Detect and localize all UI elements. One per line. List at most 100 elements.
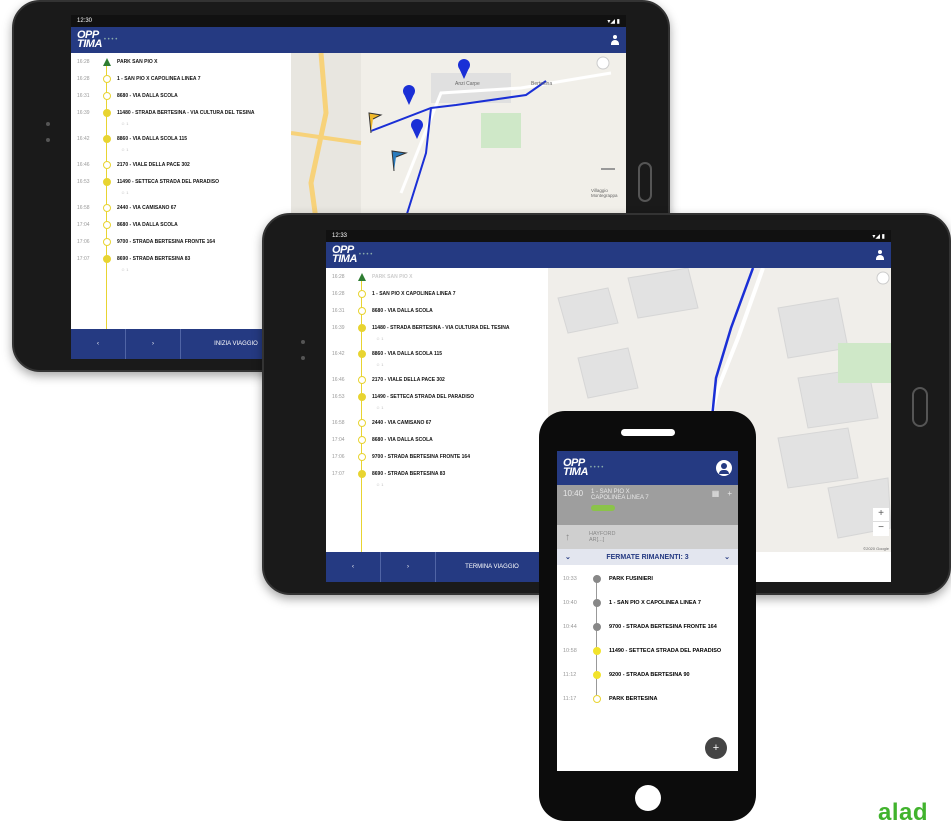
stop-row[interactable]: 16:31 8680 - VIA DALLA SCOLA [71, 87, 291, 104]
stop-marker [103, 108, 111, 117]
stop-passengers: ☺ 1 [121, 121, 129, 126]
stop-row[interactable]: 16:53 11490 - SETTECA STRADA DEL PARADISO [326, 388, 546, 405]
speaker-slot [621, 429, 675, 436]
stop-marker [103, 74, 111, 83]
stop-row[interactable]: 17:07 8690 - STRADA BERTESINA 83 [71, 250, 291, 267]
stop-marker [358, 452, 366, 461]
home-button[interactable] [638, 162, 652, 202]
app-logo: OPP TIMA [563, 457, 588, 478]
user-icon[interactable] [875, 250, 885, 260]
stop-row[interactable]: 17:06 9700 - STRADA BERTESINA FRONTE 164 [326, 448, 546, 465]
stop-list: 16:28 PARK SAN PIO X 16:28 1 - SAN PIO X CA… [71, 53, 291, 329]
stop-row[interactable]: 16:28 1 - SAN PIO X CAPOLINEA LINEA 7 [326, 285, 546, 302]
phone-stop-row[interactable]: 11:12 9200 - STRADA BERTESINA 90 [557, 663, 738, 687]
stop-row[interactable]: 17:04 8680 - VIA DALLA SCOLA [71, 216, 291, 233]
zoom-in-button[interactable]: + [873, 508, 889, 522]
stop-time: 16:53 [332, 393, 345, 400]
chevron-down-icon[interactable]: ⌄ [724, 553, 730, 561]
app-bar: OPP TIMA • • • • [71, 27, 626, 53]
camera-dot [301, 356, 305, 360]
phone-stop-row[interactable]: 10:58 11490 - SETTECA STRADA DEL PARADISO [557, 639, 738, 663]
stop-name: 11480 - STRADA BERTESINA - VIA CULTURA D… [372, 324, 510, 331]
phone-stop-row[interactable]: 10:40 1 - SAN PIO X CAPOLINEA LINEA 7 [557, 591, 738, 615]
phone-stop-row[interactable]: 11:17 PARK BERTESINA [557, 687, 738, 711]
camera-dot [46, 138, 50, 142]
zoom-controls: + − [873, 508, 889, 536]
stop-row[interactable]: 17:07 8690 - STRADA BERTESINA 83 [326, 465, 546, 482]
stop-marker [103, 203, 111, 212]
stop-name: 2440 - VIA CAMISANO 67 [372, 419, 432, 426]
phone: OPP TIMA • • • • 10:40 1 - SAN PIO X CAPO… [539, 411, 756, 821]
status-pill [591, 505, 615, 511]
stop-row[interactable]: 16:39 11480 - STRADA BERTESINA - VIA CULT… [326, 319, 546, 336]
stop-row[interactable]: 16:42 8860 - VIA DALLA SCOLA 115 [71, 130, 291, 147]
stop-marker [358, 289, 366, 298]
stop-row[interactable]: 16:31 8680 - VIA DALLA SCOLA [326, 302, 546, 319]
stop-row[interactable]: 16:28 1 - SAN PIO X CAPOLINEA LINEA 7 [71, 70, 291, 87]
stop-row[interactable]: 16:28 PARK SAN PIO X [326, 268, 546, 285]
bottom-nav: ‹ › INIZIA VIAGGIO [71, 329, 291, 359]
camera-dot [46, 122, 50, 126]
stop-marker [103, 57, 111, 66]
stop-name: PARK SAN PIO X [372, 273, 413, 280]
stop-name: 11490 - SETTECA STRADA DEL PARADISO [609, 648, 722, 654]
stop-marker [358, 306, 366, 315]
add-person-icon[interactable]: + [727, 489, 732, 498]
stop-row[interactable]: 16:42 8860 - VIA DALLA SCOLA 115 [326, 345, 546, 362]
stop-marker [358, 392, 366, 401]
stop-name: 1 - SAN PIO X CAPOLINEA LINEA 7 [609, 600, 701, 606]
stop-time: 16:42 [77, 135, 90, 142]
account-icon[interactable] [716, 460, 732, 476]
arrow-up-icon: ↑ [565, 531, 570, 543]
stop-marker [593, 623, 601, 631]
stop-row[interactable]: 16:58 2440 - VIA CAMISANO 67 [71, 199, 291, 216]
next-button[interactable]: › [381, 552, 436, 582]
stop-name: 2440 - VIA CAMISANO 67 [117, 204, 177, 211]
end-trip-button[interactable]: TERMINA VIAGGIO [436, 552, 548, 582]
add-passenger-button[interactable]: + [705, 737, 727, 759]
stop-time: 17:06 [77, 238, 90, 245]
home-button[interactable] [912, 387, 928, 427]
stop-name: PARK SAN PIO X [117, 58, 158, 65]
bottom-nav: ‹ › TERMINA VIAGGIO [326, 552, 548, 582]
stop-passengers: ☺ 1 [376, 336, 384, 341]
stop-name: 8680 - VIA DALLA SCOLA [372, 436, 433, 443]
stop-marker [103, 220, 111, 229]
stop-time: 16:53 [77, 178, 90, 185]
next-button[interactable]: › [126, 329, 181, 359]
stop-time: 17:06 [332, 453, 345, 460]
phone-home-button[interactable] [635, 785, 661, 811]
stop-name: 8860 - VIA DALLA SCOLA 115 [372, 350, 443, 357]
app-bar: OPP TIMA • • • • [326, 242, 891, 268]
phone-stop-row[interactable]: 10:33 PARK FUSINIERI [557, 567, 738, 591]
stop-row[interactable]: 16:28 PARK SAN PIO X [71, 53, 291, 70]
stop-time: 10:44 [563, 624, 577, 630]
stop-row[interactable]: 16:46 2170 - VIALE DELLA PACE 302 [71, 156, 291, 173]
stop-name: 9700 - STRADA BERTESINA FRONTE 164 [372, 453, 470, 460]
next-stop-time: 10:40 [563, 489, 584, 498]
zoom-out-button[interactable]: − [873, 522, 889, 536]
stop-name: PARK BERTESINA [609, 696, 658, 702]
chevron-down-icon[interactable]: ⌄ [565, 553, 571, 561]
stop-passengers: ☺ 1 [376, 362, 384, 367]
stop-passengers: ☺ 1 [121, 267, 129, 272]
stop-row[interactable]: 17:06 9700 - STRADA BERTESINA FRONTE 164 [71, 233, 291, 250]
stop-name: 11490 - SETTECA STRADA DEL PARADISO [372, 393, 474, 400]
stop-row[interactable]: 16:53 11490 - SETTECA STRADA DEL PARADISO [71, 173, 291, 190]
status-time: 12:33 [332, 233, 348, 239]
stop-row[interactable]: 16:39 11480 - STRADA BERTESINA - VIA CULT… [71, 104, 291, 121]
qr-icon[interactable]: ▦ [712, 489, 720, 498]
user-icon[interactable] [610, 35, 620, 45]
stop-time: 16:58 [77, 204, 90, 211]
map-label: Anzi Carpe [455, 81, 480, 87]
remaining-header[interactable]: ⌄ FERMATE RIMANENTI: 3 ⌄ [557, 549, 738, 565]
stop-row[interactable]: 17:04 8680 - VIA DALLA SCOLA [326, 431, 546, 448]
stop-time: 17:04 [332, 436, 345, 443]
stop-passengers: ☺ 1 [121, 147, 129, 152]
prev-button[interactable]: ‹ [326, 552, 381, 582]
phone-stop-row[interactable]: 10:44 9700 - STRADA BERTESINA FRONTE 164 [557, 615, 738, 639]
stop-row[interactable]: 16:46 2170 - VIALE DELLA PACE 302 [326, 371, 546, 388]
stop-time: 16:58 [332, 419, 345, 426]
stop-row[interactable]: 16:58 2440 - VIA CAMISANO 67 [326, 414, 546, 431]
prev-button[interactable]: ‹ [71, 329, 126, 359]
